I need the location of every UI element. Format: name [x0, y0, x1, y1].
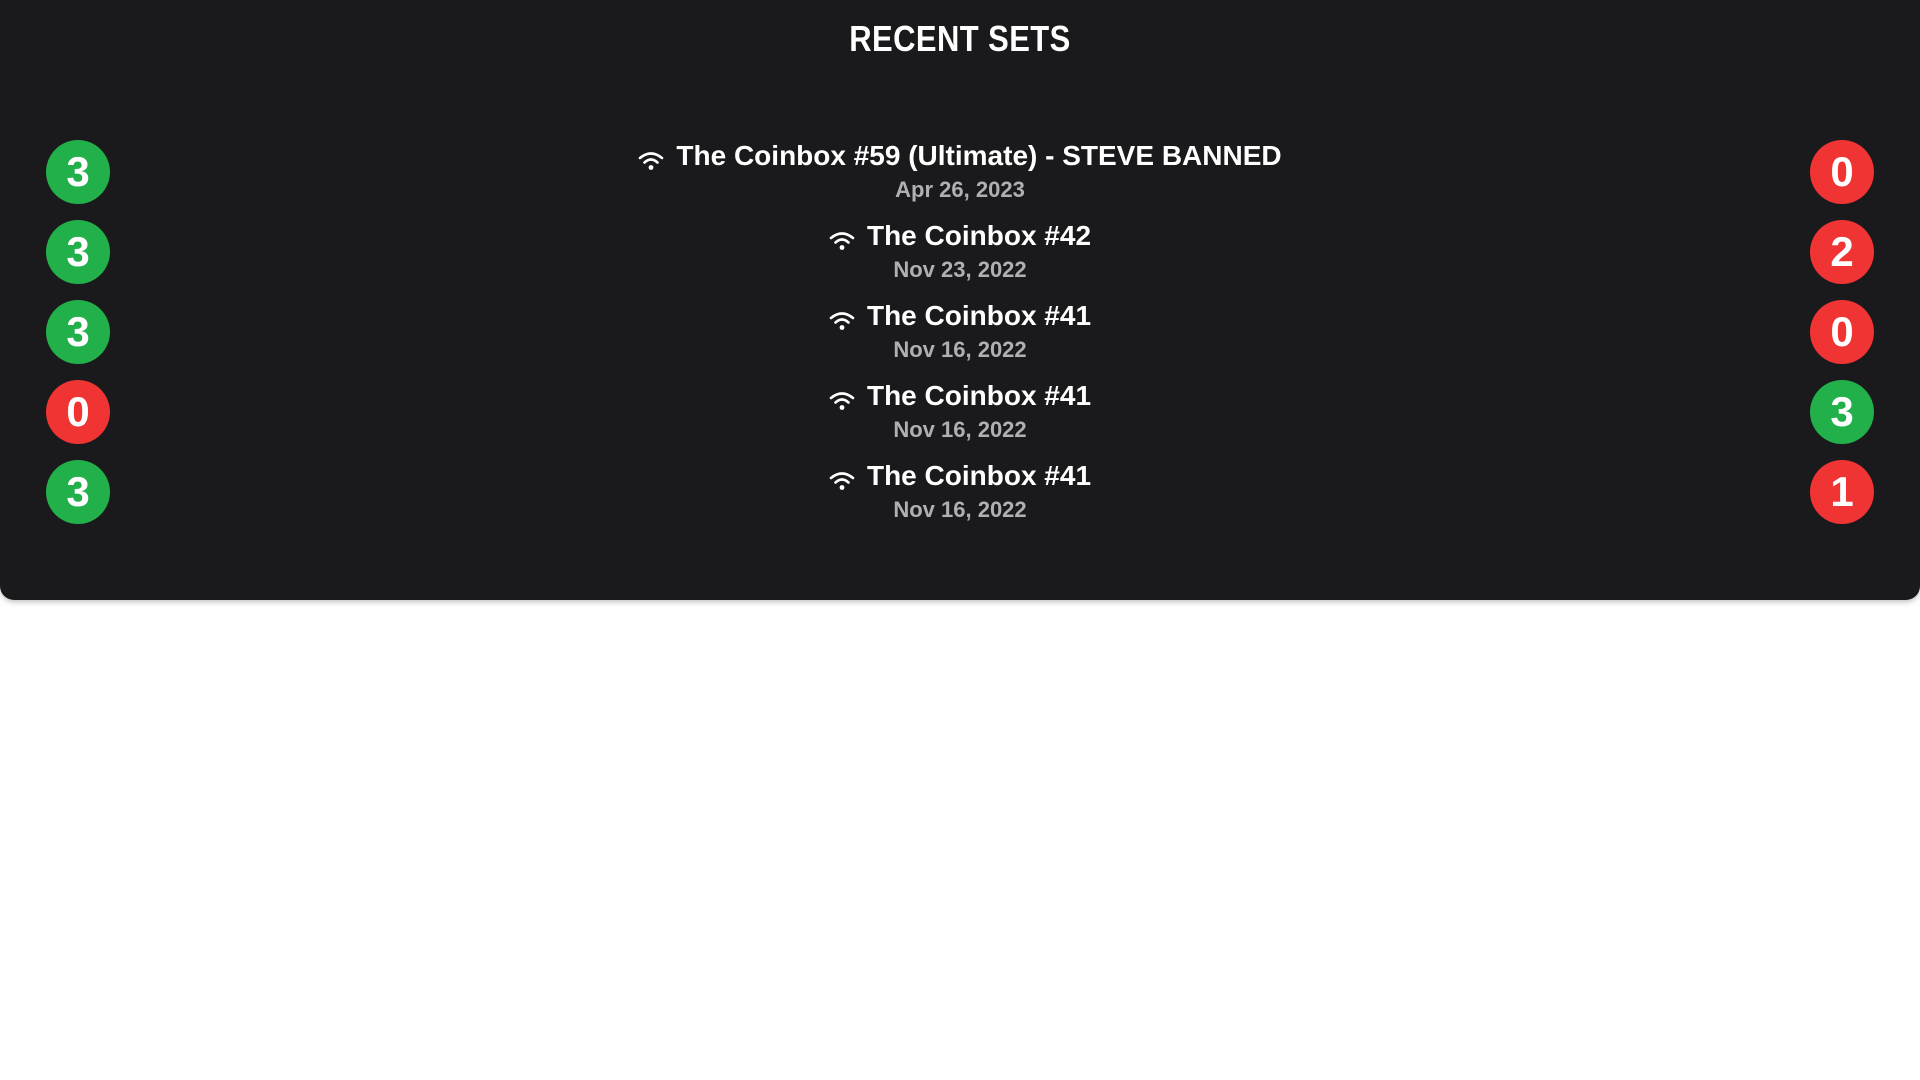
left-score-badge: 3: [46, 300, 110, 364]
set-name[interactable]: The Coinbox #41: [867, 378, 1091, 414]
set-row[interactable]: 3 The Coinbox #41 Nov 16, 2022 0: [0, 298, 1920, 378]
set-row[interactable]: 0 The Coinbox #41 Nov 16, 2022 3: [0, 378, 1920, 458]
right-score-badge: 3: [1810, 380, 1874, 444]
set-row[interactable]: 3 The Coinbox #42 Nov 23, 2022 2: [0, 218, 1920, 298]
wifi-icon: [638, 145, 664, 170]
right-score-badge: 2: [1810, 220, 1874, 284]
wifi-icon: [829, 225, 855, 250]
set-info: The Coinbox #59 (Ultimate) - STEVE BANNE…: [300, 138, 1620, 202]
left-score-badge: 0: [46, 380, 110, 444]
set-date: Nov 23, 2022: [893, 257, 1027, 282]
right-score-badge: 0: [1810, 300, 1874, 364]
right-score-badge: 0: [1810, 140, 1874, 204]
set-date: Nov 16, 2022: [893, 497, 1027, 522]
wifi-icon: [829, 385, 855, 410]
right-score-badge: 1: [1810, 460, 1874, 524]
set-name[interactable]: The Coinbox #41: [867, 458, 1091, 494]
set-info: The Coinbox #41 Nov 16, 2022: [300, 298, 1620, 362]
set-row[interactable]: 3 The Coinbox #41 Nov 16, 2022 1: [0, 458, 1920, 538]
set-info: The Coinbox #41 Nov 16, 2022: [300, 378, 1620, 442]
recent-sets-panel: RECENT SETS 3 The Coinbox #59 (Ultimate)…: [0, 0, 1920, 600]
set-info: The Coinbox #41 Nov 16, 2022: [300, 458, 1620, 522]
set-title-line: The Coinbox #59 (Ultimate) - STEVE BANNE…: [638, 138, 1282, 174]
set-name[interactable]: The Coinbox #42: [867, 218, 1091, 254]
wifi-icon: [829, 305, 855, 330]
set-title-line: The Coinbox #41: [829, 378, 1091, 414]
set-name[interactable]: The Coinbox #59 (Ultimate) - STEVE BANNE…: [676, 138, 1281, 174]
left-score-badge: 3: [46, 140, 110, 204]
set-title-line: The Coinbox #42: [829, 218, 1091, 254]
left-score-badge: 3: [46, 460, 110, 524]
set-name[interactable]: The Coinbox #41: [867, 298, 1091, 334]
wifi-icon: [829, 465, 855, 490]
set-title-line: The Coinbox #41: [829, 458, 1091, 494]
set-row[interactable]: 3 The Coinbox #59 (Ultimate) - STEVE BAN…: [0, 138, 1920, 218]
sets-list: 3 The Coinbox #59 (Ultimate) - STEVE BAN…: [0, 138, 1920, 538]
set-date: Nov 16, 2022: [893, 417, 1027, 442]
panel-title: RECENT SETS: [849, 18, 1071, 59]
set-title-line: The Coinbox #41: [829, 298, 1091, 334]
left-score-badge: 3: [46, 220, 110, 284]
set-date: Nov 16, 2022: [893, 337, 1027, 362]
set-info: The Coinbox #42 Nov 23, 2022: [300, 218, 1620, 282]
set-date: Apr 26, 2023: [895, 177, 1025, 202]
